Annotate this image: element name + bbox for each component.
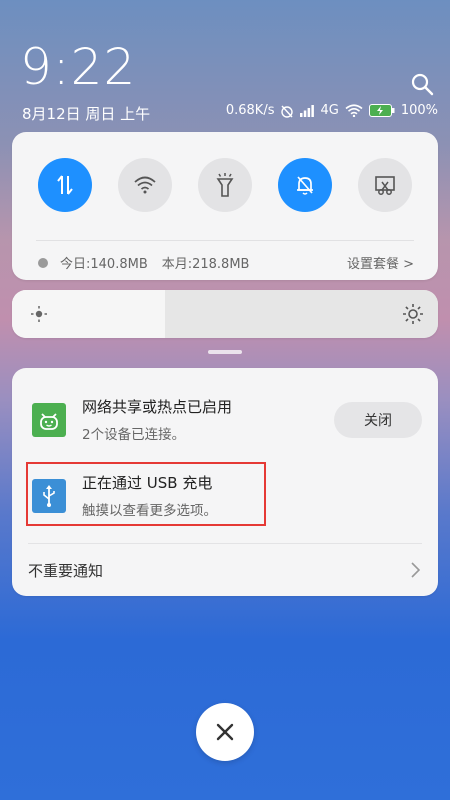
data-plan-settings-link[interactable]: 设置套餐 >	[347, 253, 414, 272]
quick-settings-panel: 今日:140.8MB 本月:218.8MB 设置套餐 >	[12, 132, 438, 280]
close-hotspot-button[interactable]: 关闭	[334, 401, 422, 438]
divider	[28, 543, 422, 544]
drag-handle[interactable]	[208, 350, 242, 354]
brightness-high-icon	[403, 304, 423, 324]
wifi-icon	[134, 176, 156, 194]
unimportant-notifications-label: 不重要通知	[28, 561, 104, 580]
alarm-off-icon	[281, 105, 294, 118]
notification-title: 网络共享或热点已启用	[82, 398, 233, 416]
toggle-mute[interactable]	[278, 158, 332, 212]
data-usage-today: 今日:140.8MB	[60, 257, 148, 272]
toggle-mobile-data[interactable]	[38, 158, 92, 212]
network-type: 4G	[320, 103, 339, 118]
divider	[36, 240, 414, 241]
toggle-flashlight[interactable]	[198, 158, 252, 212]
battery-percent: 100%	[400, 103, 438, 118]
highlight-box	[26, 462, 266, 526]
brightness-low-icon	[31, 306, 47, 322]
screenshot-icon	[375, 176, 395, 195]
data-usage-row: 今日:140.8MB 本月:218.8MB 设置套餐 >	[38, 253, 414, 272]
status-icons: 0.68K/s 4G 100%	[226, 103, 438, 118]
brightness-track	[165, 290, 438, 338]
hotspot-app-icon	[32, 402, 66, 437]
date-label: 8月12日 周日 上午	[22, 105, 151, 123]
close-icon	[216, 723, 234, 741]
wifi-status-icon	[345, 104, 363, 117]
mute-bell-icon	[297, 176, 313, 195]
network-speed: 0.68K/s	[225, 103, 275, 118]
data-usage-month: 本月:218.8MB	[161, 257, 250, 272]
notification-subtitle: 2个设备已连接。	[82, 427, 186, 443]
chevron-right-icon	[411, 562, 420, 578]
toggle-wifi[interactable]	[118, 158, 172, 212]
mobile-data-icon	[57, 175, 73, 195]
notification-hotspot[interactable]: 网络共享或热点已启用 2个设备已连接。 关闭	[32, 396, 422, 443]
search-icon[interactable]	[410, 72, 434, 96]
signal-icon	[300, 104, 315, 117]
clock: 9:22	[20, 38, 137, 96]
toggle-screenshot[interactable]	[358, 158, 412, 212]
notification-panel: 网络共享或热点已启用 2个设备已连接。 关闭 正在通过 USB 充电 触摸以查看…	[12, 368, 438, 596]
brightness-slider[interactable]	[12, 290, 438, 338]
flashlight-icon	[216, 173, 234, 197]
data-usage-icon	[38, 257, 48, 268]
unimportant-notifications-row[interactable]: 不重要通知	[28, 553, 420, 587]
battery-charging-icon	[368, 104, 395, 117]
clear-all-button[interactable]	[196, 703, 254, 761]
